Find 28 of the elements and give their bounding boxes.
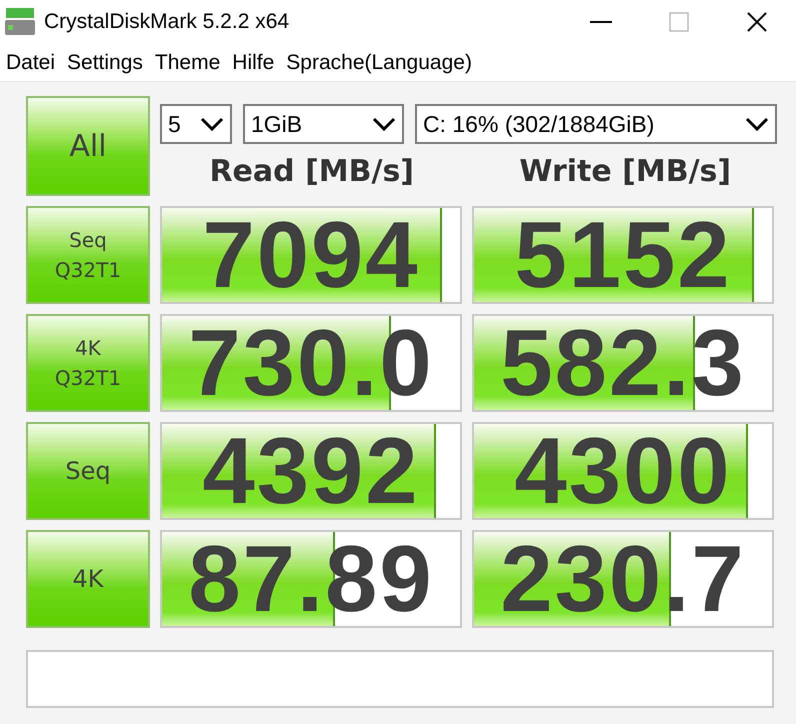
result-value: 4392 <box>202 417 420 525</box>
menu-item[interactable]: Hilfe <box>232 50 274 74</box>
result-value: 7094 <box>202 201 420 309</box>
menu-item[interactable]: Datei <box>6 50 56 74</box>
minimize-icon[interactable] <box>590 21 612 23</box>
all-button[interactable]: All <box>26 96 150 196</box>
window-title: CrystalDiskMark 5.2.2 x64 <box>44 10 290 34</box>
chevron-down-icon <box>372 117 396 131</box>
column-header: Write [MB/s] <box>518 154 732 189</box>
test-button[interactable]: 4K <box>26 530 150 628</box>
test-button[interactable]: Seq Q32T1 <box>26 206 150 304</box>
dropdown[interactable]: 1GiB <box>243 104 404 144</box>
menu-item[interactable]: Theme <box>154 50 220 74</box>
dropdown[interactable]: C: 16% (302/1884GiB) <box>415 104 777 144</box>
maximize-icon[interactable] <box>669 12 689 32</box>
menu-item[interactable]: Sprache(Language) <box>286 50 472 74</box>
chevron-down-icon <box>200 117 224 131</box>
chevron-down-icon <box>745 117 769 131</box>
test-button[interactable]: Seq <box>26 422 150 520</box>
dropdown[interactable]: 5 <box>160 104 232 144</box>
result-value: 5152 <box>514 201 732 309</box>
test-button[interactable]: 4K Q32T1 <box>26 314 150 412</box>
close-icon[interactable] <box>747 12 767 32</box>
disk-drive-icon <box>4 7 36 37</box>
menu-item[interactable]: Settings <box>67 50 143 74</box>
comment-field[interactable] <box>26 650 774 708</box>
result-value: 4300 <box>514 417 732 525</box>
column-header: Read [MB/s] <box>208 154 416 189</box>
